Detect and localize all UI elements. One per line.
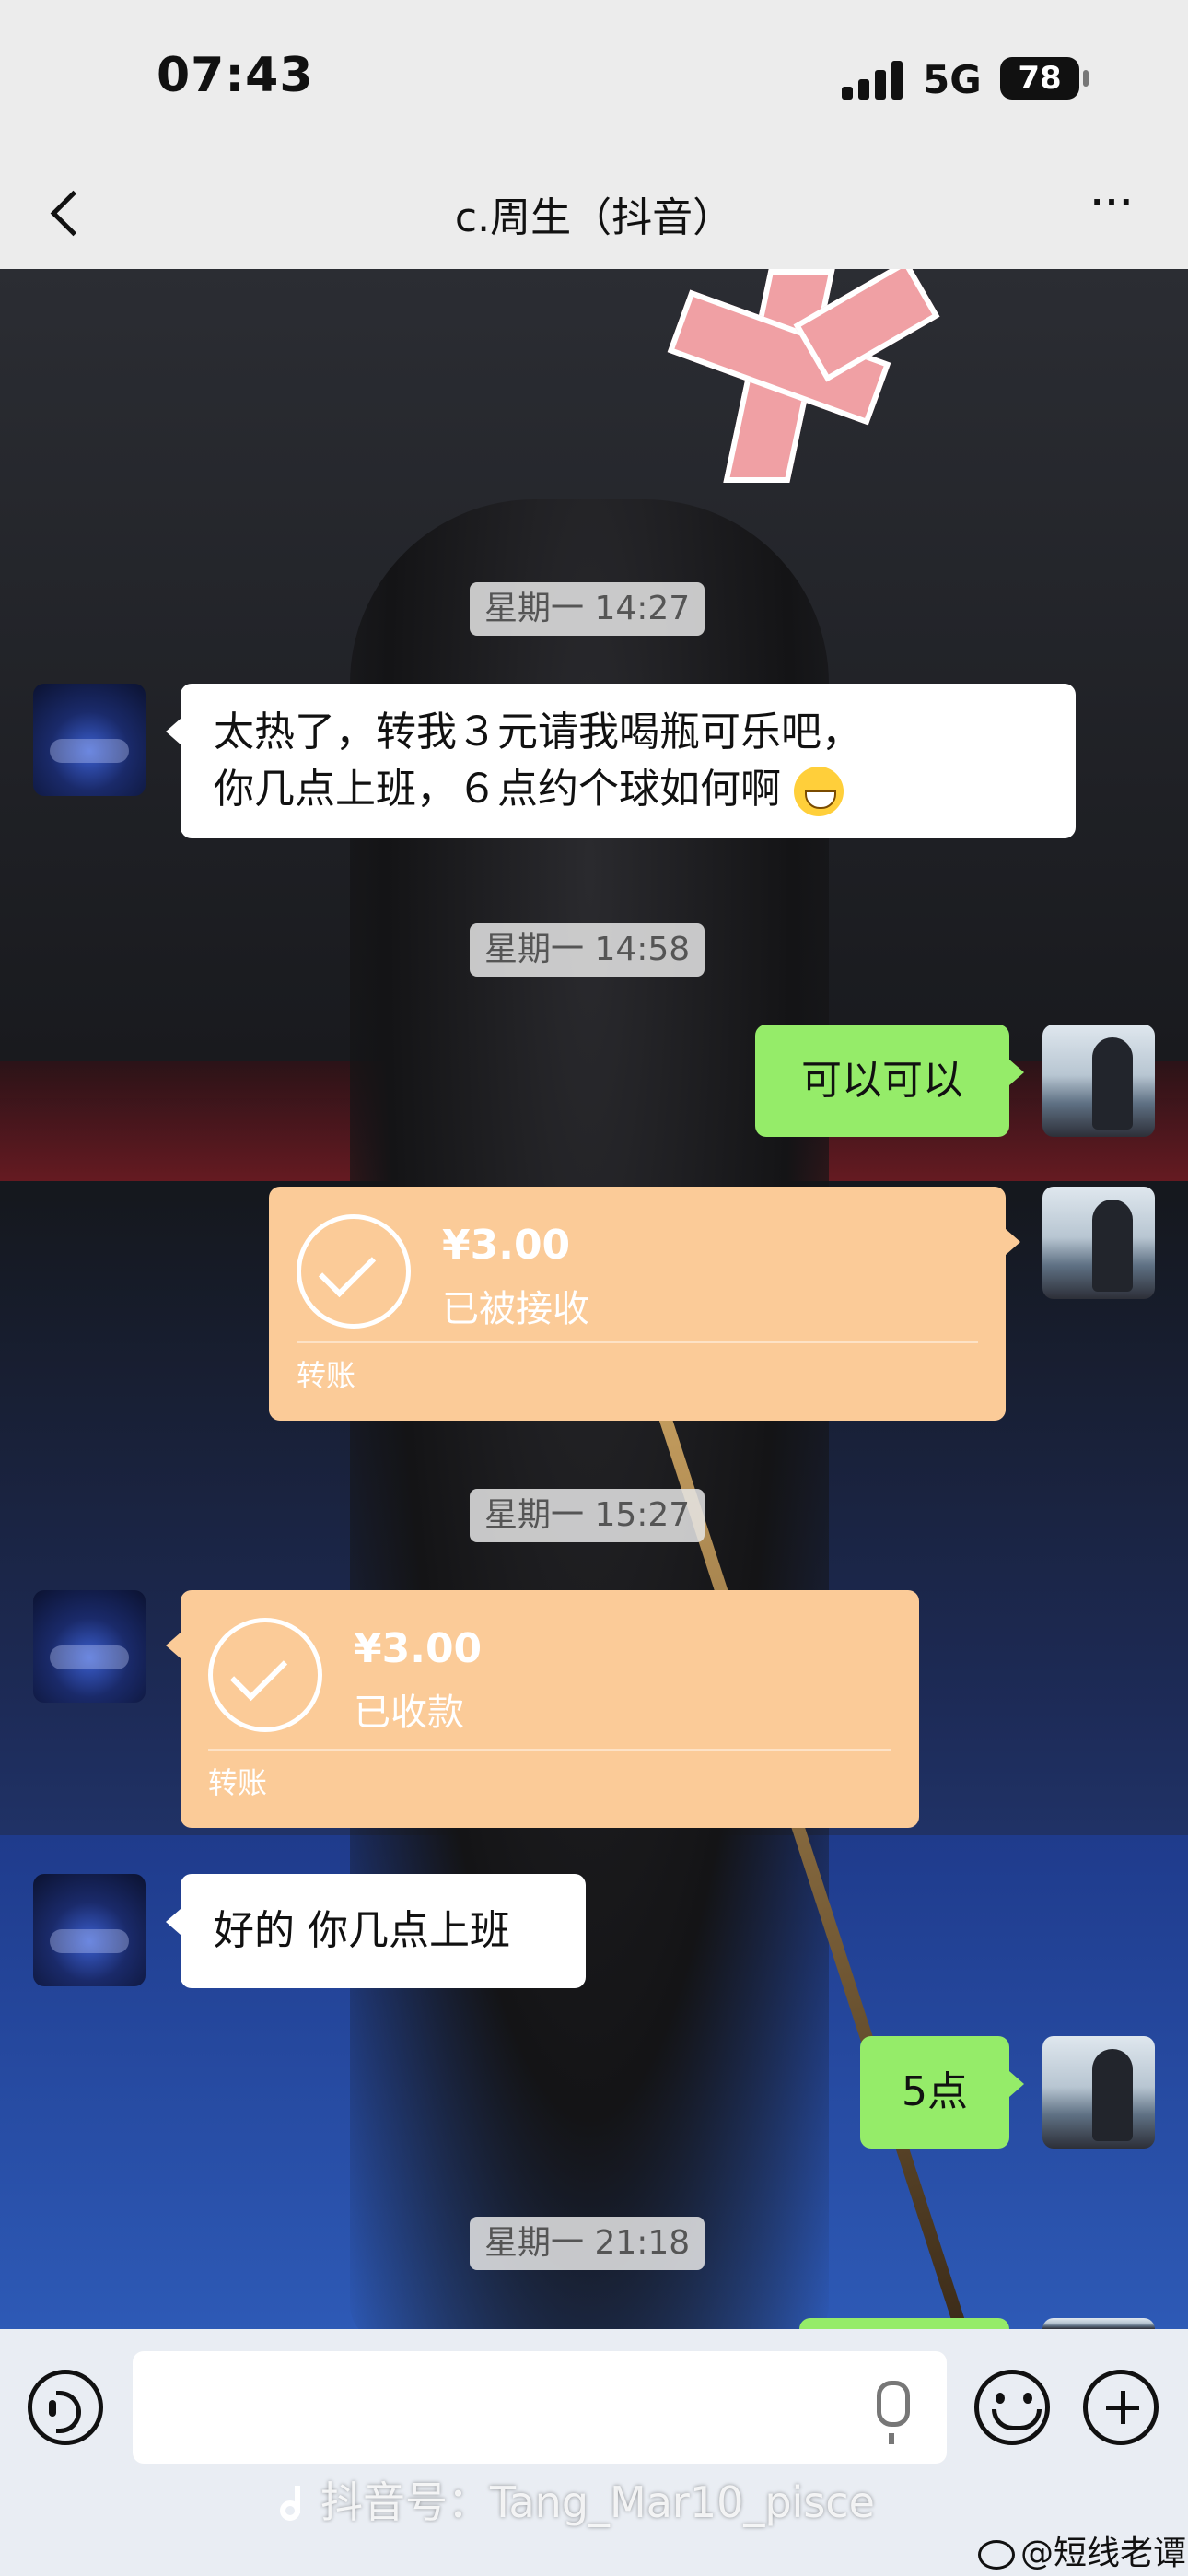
timestamp: 星期一 14:58 — [470, 923, 705, 977]
grin-emoji-icon — [794, 767, 844, 816]
timestamp: 星期一 15:27 — [470, 1489, 705, 1542]
message-received[interactable]: 太热了，转我３元请我喝瓶可乐吧， 你几点上班，６点约个球如何啊 — [166, 684, 1076, 838]
transfer-label: 转账 — [297, 1358, 356, 1393]
transfer-card-received[interactable]: ¥3.00 已收款 转账 — [166, 1590, 919, 1828]
watermark-text: 抖音号：Tang_Mar10_pisce — [320, 2477, 875, 2527]
status-time: 07:43 — [157, 48, 314, 103]
transfer-label: 转账 — [208, 1765, 268, 1800]
signal-icon — [842, 57, 906, 100]
douyin-watermark: 抖音号：Tang_Mar10_pisce — [276, 2469, 875, 2530]
emoji-icon[interactable] — [974, 2370, 1050, 2445]
message-received[interactable]: 好的 你几点上班 — [166, 1874, 586, 1988]
avatar-self[interactable] — [1042, 2036, 1155, 2149]
transfer-divider — [297, 1341, 978, 1343]
transfer-status: 已被接收 — [442, 1288, 589, 1330]
weibo-logo-icon — [978, 2540, 1015, 2570]
status-bar: 07:43 5G 78 — [0, 0, 1188, 157]
nav-bar: c.周生（抖音） ··· — [0, 157, 1188, 269]
transfer-status: 已收款 — [354, 1692, 464, 1734]
voice-input-icon[interactable] — [28, 2370, 103, 2445]
chat-title: c.周生（抖音） — [454, 194, 734, 241]
weibo-watermark-text: @短线老谭 — [1020, 2535, 1187, 2572]
avatar-self[interactable] — [1042, 1025, 1155, 1137]
message-text: 5点 — [902, 2068, 968, 2115]
tiktok-logo-icon — [276, 2485, 309, 2526]
message-text: 你几点上班，６点约个球如何啊 — [214, 766, 781, 813]
transfer-card-sent[interactable]: ¥3.00 已被接收 转账 — [269, 1187, 1020, 1421]
plus-icon[interactable] — [1083, 2370, 1159, 2445]
avatar-self[interactable] — [1042, 2318, 1155, 2329]
check-circle-icon — [297, 1214, 411, 1329]
transfer-amount: ¥3.00 — [442, 1222, 571, 1269]
avatar-contact[interactable] — [33, 1590, 146, 1703]
message-input[interactable] — [133, 2351, 947, 2464]
message-text: 太热了，转我３元请我喝瓶可乐吧， — [214, 708, 862, 755]
more-icon[interactable]: ··· — [1074, 178, 1147, 245]
avatar-contact[interactable] — [33, 684, 146, 796]
message-text: 可以可以 — [801, 1057, 963, 1104]
weibo-watermark: @短线老谭 — [978, 2526, 1186, 2574]
battery-level: 78 — [1018, 60, 1062, 97]
sticker-image[interactable] — [663, 259, 949, 490]
transfer-divider — [208, 1749, 891, 1751]
transfer-amount: ¥3.00 — [354, 1625, 483, 1672]
message-sent[interactable]: 5点 — [860, 2036, 1024, 2149]
avatar-contact[interactable] — [33, 1874, 146, 1986]
timestamp: 星期一 14:27 — [470, 582, 705, 636]
message-sent[interactable]: 可以可以 — [755, 1025, 1024, 1137]
battery-icon: 78 — [1000, 57, 1089, 100]
timestamp: 星期一 21:18 — [470, 2217, 705, 2270]
message-sent-partial[interactable] — [799, 2318, 1024, 2379]
microphone-icon[interactable] — [877, 2381, 910, 2444]
message-text: 好的 你几点上班 — [214, 1907, 510, 1954]
check-circle-icon — [208, 1618, 322, 1732]
network-type: 5G — [923, 57, 982, 102]
avatar-self[interactable] — [1042, 1187, 1155, 1299]
